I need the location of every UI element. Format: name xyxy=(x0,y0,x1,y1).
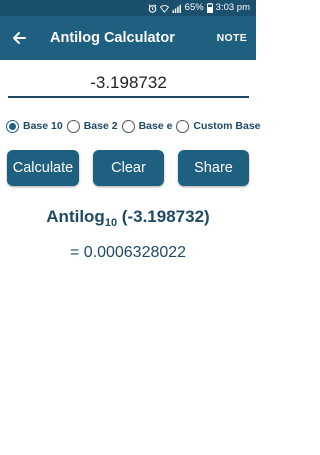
result-prefix: Antilog xyxy=(46,207,105,226)
radio-label: Base 2 xyxy=(83,120,118,132)
result-value: = 0.0006328022 xyxy=(69,244,187,261)
alarm-icon xyxy=(148,3,157,13)
radio-label: Custom Base xyxy=(193,120,261,132)
result-base: 10 xyxy=(104,217,118,229)
number-input-wrapper xyxy=(8,70,249,98)
back-button[interactable] xyxy=(0,16,38,60)
app-bar: Antilog Calculator NOTE xyxy=(0,16,256,60)
arrow-left-icon xyxy=(13,32,26,44)
result-argument: (-3.198732) xyxy=(117,207,210,226)
radio-unchecked-icon xyxy=(121,119,135,133)
radio-base-e[interactable]: Base e xyxy=(121,119,173,133)
radio-unchecked-icon xyxy=(176,119,190,133)
share-button[interactable]: Share xyxy=(178,150,249,186)
radio-custom-base[interactable]: Custom Base xyxy=(176,119,261,133)
radio-label: Base 10 xyxy=(23,120,63,132)
radio-label: Base e xyxy=(138,120,173,132)
battery-icon xyxy=(206,3,213,13)
base-radio-group: Base 10 Base 2 Base e Custom Base xyxy=(6,116,261,136)
app-title: Antilog Calculator xyxy=(50,30,175,46)
clear-button[interactable]: Clear xyxy=(93,150,164,186)
signal-icon xyxy=(172,4,181,13)
radio-base-10[interactable]: Base 10 xyxy=(6,119,63,133)
calculate-button[interactable]: Calculate xyxy=(7,150,79,186)
battery-percent: 65% xyxy=(184,2,204,13)
radio-unchecked-icon xyxy=(66,119,80,133)
status-bar: 65% 3:03 pm xyxy=(0,0,256,16)
result-expression: Antilog10 (-3.198732) xyxy=(0,207,256,229)
note-button[interactable]: NOTE xyxy=(217,32,247,44)
radio-checked-icon xyxy=(6,119,19,133)
number-input[interactable] xyxy=(8,70,249,96)
radio-base-2[interactable]: Base 2 xyxy=(66,119,118,133)
wifi-off-icon xyxy=(159,4,169,13)
status-time: 3:03 pm xyxy=(215,2,250,13)
